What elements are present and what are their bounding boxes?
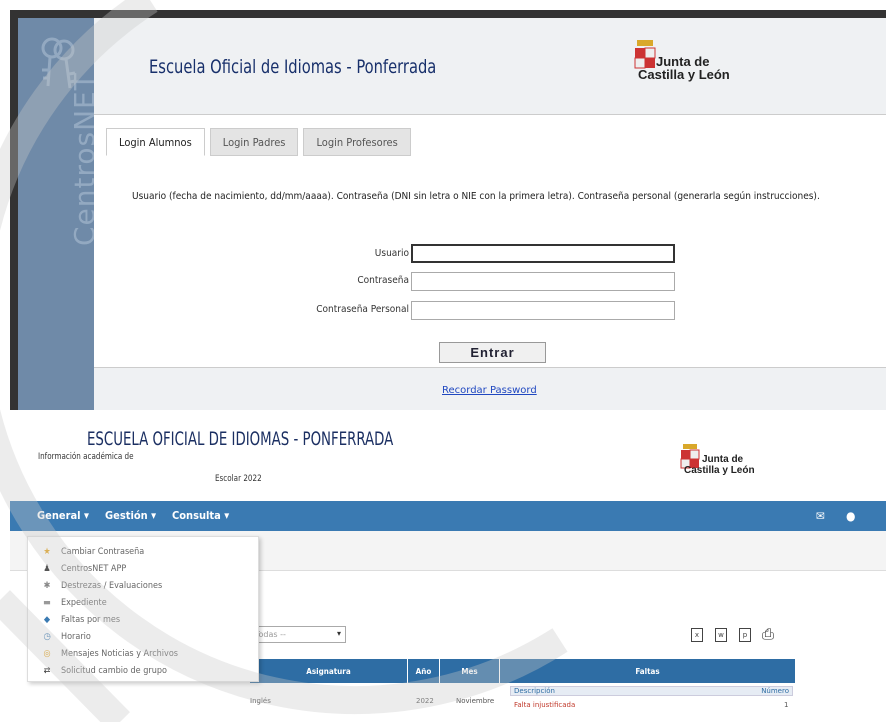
portal-navbar: General ▾ Gestión ▾ Consulta ▾ ✉ ● xyxy=(10,501,886,531)
export-pdf-icon[interactable]: p xyxy=(739,628,751,642)
table-row: Inglés 2022 Noviembre Descripción Número… xyxy=(250,683,795,722)
contrasena-personal-label: Contraseña Personal xyxy=(316,304,409,315)
nav-gestion-label: Gestión xyxy=(105,509,148,522)
login-tabs: Login Alumnos Login Padres Login Profeso… xyxy=(106,128,416,156)
calendar-icon: ◆ xyxy=(43,615,51,625)
menu-item-label: Cambiar Contraseña xyxy=(61,547,145,557)
menu-item-cambiar-contrasena[interactable]: ★ Cambiar Contraseña xyxy=(28,544,258,560)
export-word-icon[interactable]: w xyxy=(715,628,727,642)
col-mes: Mes xyxy=(440,659,500,683)
logo-line2: Castilla y León xyxy=(638,67,730,83)
cell-numero: 1 xyxy=(784,701,789,709)
col-asignatura: Asignatura xyxy=(250,659,408,683)
user-icon[interactable]: ● xyxy=(846,509,855,523)
subcol-numero: Número xyxy=(761,687,789,695)
tab-login-alumnos[interactable]: Login Alumnos xyxy=(106,128,205,156)
contrasena-personal-input[interactable] xyxy=(411,301,675,320)
export-excel-icon[interactable]: x xyxy=(691,628,703,642)
recordar-password-link[interactable]: Recordar Password xyxy=(442,385,537,396)
tools-icon: ✱ xyxy=(43,581,51,591)
cell-asignatura: Inglés xyxy=(250,697,271,705)
menu-item-expediente[interactable]: ▬ Expediente xyxy=(28,595,258,611)
filter-select[interactable]: Todas -- ▾ xyxy=(250,626,346,643)
login-panel: Login Alumnos Login Padres Login Profeso… xyxy=(94,114,886,368)
entrar-button[interactable]: Entrar xyxy=(439,342,546,363)
nav-general-label: General xyxy=(37,509,81,522)
portal-logo-line1: Junta de xyxy=(702,454,744,465)
tab-login-profesores[interactable]: Login Profesores xyxy=(303,128,411,156)
nav-general[interactable]: General ▾ xyxy=(37,509,89,522)
school-title: Escuela Oficial de Idiomas - Ponferrada xyxy=(149,56,437,78)
nav-consulta[interactable]: Consulta ▾ xyxy=(172,509,229,522)
menu-item-label: CentrosNET APP xyxy=(61,564,127,574)
portal-info-label: Información académica de xyxy=(38,452,134,462)
menu-item-centrosnet-app[interactable]: ♟ CentrosNET APP xyxy=(28,561,258,577)
nav-gestion[interactable]: Gestión ▾ xyxy=(105,509,156,522)
portal-escolar: Escolar 2022 xyxy=(215,474,262,484)
login-instructions: Usuario (fecha de nacimiento, dd/mm/aaaa… xyxy=(132,191,820,202)
tab-login-padres[interactable]: Login Padres xyxy=(209,128,299,156)
swap-icon: ⇄ xyxy=(43,666,51,676)
menu-item-destrezas[interactable]: ✱ Destrezas / Evaluaciones xyxy=(28,578,258,594)
menu-item-solicitud-cambio[interactable]: ⇄ Solicitud cambio de grupo xyxy=(28,663,258,679)
menu-item-faltas-por-mes[interactable]: ◆ Faltas por mes xyxy=(28,612,258,628)
menu-item-label: Mensajes Noticias y Archivos xyxy=(61,649,179,659)
person-icon: ♟ xyxy=(43,564,51,574)
col-anio: Año xyxy=(408,659,440,683)
clock-icon: ◷ xyxy=(43,632,51,642)
menu-item-horario[interactable]: ◷ Horario xyxy=(28,629,258,645)
cell-mes: Noviembre xyxy=(456,697,495,705)
portal-window: ESCUELA OFICIAL DE IDIOMAS - PONFERRADA … xyxy=(0,414,886,722)
logo-line1: Junta de xyxy=(656,53,710,69)
general-dropdown-menu: ★ Cambiar Contraseña ♟ CentrosNET APP ✱ Des… xyxy=(27,536,259,682)
usuario-input[interactable] xyxy=(411,244,675,263)
login-window: CentrosNET Escuela Oficial de Idiomas - … xyxy=(10,10,886,410)
mail-small-icon: ◎ xyxy=(43,649,51,659)
junta-logo: Junta de Castilla y León xyxy=(634,40,730,83)
menu-item-mensajes[interactable]: ◎ Mensajes Noticias y Archivos xyxy=(28,646,258,662)
nav-consulta-label: Consulta xyxy=(172,509,221,522)
print-icon[interactable]: ⎙ xyxy=(762,625,774,643)
usuario-label: Usuario xyxy=(374,248,409,259)
star-icon: ★ xyxy=(43,547,51,557)
cell-descripcion: Falta injustificada xyxy=(514,701,576,709)
menu-item-label: Horario xyxy=(61,632,91,642)
menu-item-label: Solicitud cambio de grupo xyxy=(61,666,167,676)
faltas-subtable-header: Descripción Número xyxy=(510,686,793,696)
login-content: Escuela Oficial de Idiomas - Ponferrada … xyxy=(94,18,886,410)
portal-junta-logo: Junta de Castilla y León xyxy=(680,444,755,476)
filter-select-value: Todas -- xyxy=(255,630,286,639)
sidebar: CentrosNET xyxy=(18,18,101,410)
cell-anio: 2022 xyxy=(416,697,434,705)
chevron-down-icon: ▾ xyxy=(336,629,341,638)
subcol-descripcion: Descripción xyxy=(514,687,555,695)
contrasena-label: Contraseña xyxy=(357,275,409,286)
contrasena-input[interactable] xyxy=(411,272,675,291)
portal-logo-line2: Castilla y León xyxy=(684,464,755,476)
portal-title: ESCUELA OFICIAL DE IDIOMAS - PONFERRADA xyxy=(87,428,394,450)
mail-icon[interactable]: ✉ xyxy=(816,509,825,523)
col-faltas: Faltas xyxy=(635,666,660,676)
menu-item-label: Destrezas / Evaluaciones xyxy=(61,581,163,591)
folder-icon: ▬ xyxy=(43,598,51,608)
faltas-table-header: Asignatura Año Mes Faltas xyxy=(250,659,795,683)
menu-item-label: Faltas por mes xyxy=(61,615,121,625)
menu-item-label: Expediente xyxy=(61,598,107,608)
